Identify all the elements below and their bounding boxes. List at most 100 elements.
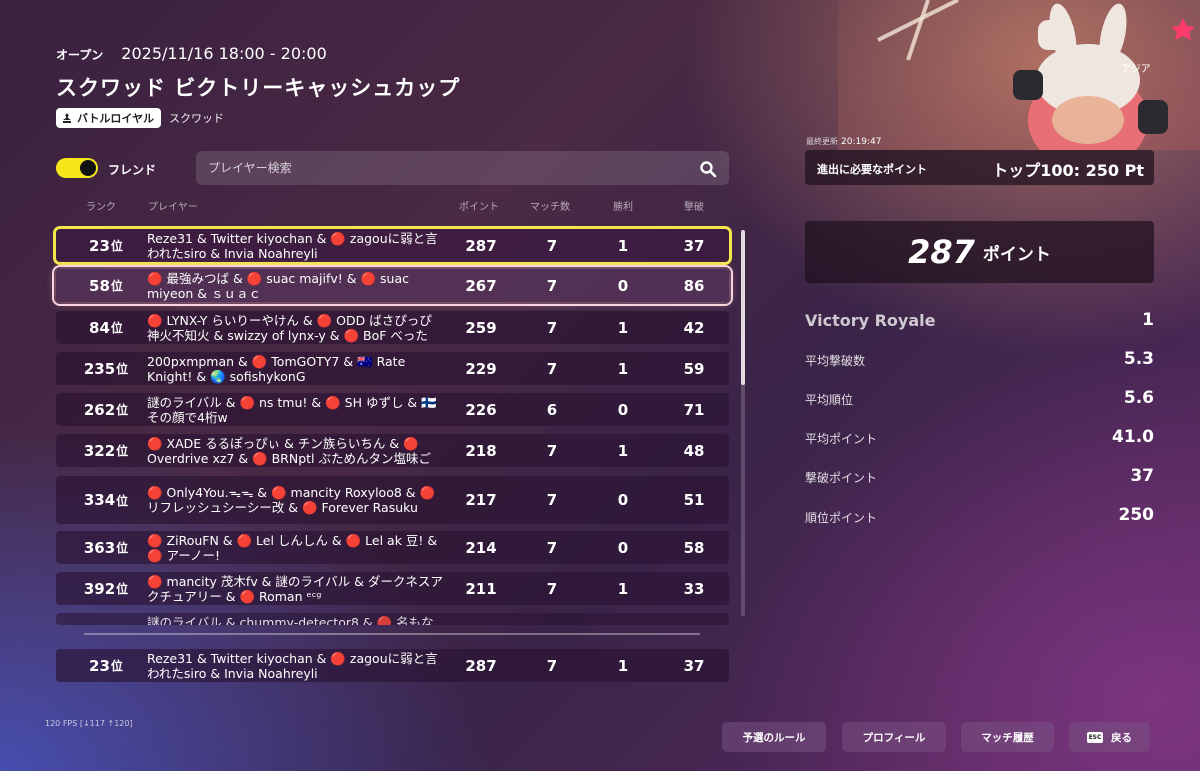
leaderboard-row[interactable]: 334 位 🔴 Only4You.ᯓᯓ & 🔴 mancity Roxyloo8 … bbox=[56, 476, 729, 524]
row-matches: 7 bbox=[546, 579, 558, 598]
row-players: 🔴 Only4You.ᯓᯓ & 🔴 mancity Roxyloo8 & 🔴 リ… bbox=[147, 485, 436, 515]
stat-label-avg-points: 平均ポイント bbox=[805, 432, 878, 446]
row-wins: 1 bbox=[617, 318, 629, 337]
esc-key-icon: ESC bbox=[1087, 731, 1103, 743]
row-kills: 58 bbox=[683, 538, 705, 557]
row-points: 267 bbox=[465, 276, 497, 295]
required-points-value: トップ100: 250 Pt bbox=[992, 161, 1144, 180]
row-players: Reze31 & Twitter kiyochan & 🔴 zagouに弱と言わ… bbox=[147, 650, 438, 681]
match-history-button-label: マッチ履歴 bbox=[981, 731, 1034, 744]
rules-button[interactable]: 予選のルール bbox=[722, 722, 826, 752]
leaderboard-row[interactable]: 392 位 🔴 mancity 茂木fv & 謎のライバル & ダークネスアクチュ… bbox=[56, 572, 729, 605]
row-wins: 1 bbox=[617, 579, 629, 598]
profile-button[interactable]: プロフィール bbox=[842, 722, 946, 752]
row-players: 🔴 最強みつば & 🔴 suac majifv! & 🔴 suac miyeon… bbox=[147, 270, 409, 301]
row-players: 謎のライバル & chummy-detector8 & 🔴 名もな bbox=[147, 615, 434, 625]
row-matches: 6 bbox=[546, 400, 558, 419]
row-players: 🔴 ZiRouFN & 🔴 Lel しんしん & 🔴 Lel ak 豆! & 🔴… bbox=[147, 532, 438, 563]
row-wins: 1 bbox=[617, 656, 629, 675]
row-matches: 7 bbox=[546, 318, 558, 337]
row-rank: 334 位 bbox=[83, 491, 129, 509]
mode-subtitle: スクワッド bbox=[169, 112, 224, 125]
row-matches: 7 bbox=[546, 359, 558, 378]
row-points: 259 bbox=[465, 318, 497, 337]
row-players: 🔴 LYNX-Y らいりーやけん & 🔴 ODD ばさぴっぴ 神火不知火 & s… bbox=[147, 312, 432, 343]
row-rank: 322 位 bbox=[83, 441, 129, 460]
profile-button-label: プロフィール bbox=[862, 731, 926, 744]
row-kills: 59 bbox=[683, 359, 705, 378]
row-rank: 363 位 bbox=[83, 538, 129, 557]
row-kills: 37 bbox=[683, 236, 705, 255]
battle-royale-icon bbox=[63, 113, 71, 123]
player-search-input[interactable] bbox=[196, 151, 676, 185]
row-players: 🔴 XADE るるぽっぴぃ & チン族らいちん & 🔴 Overdrive xz… bbox=[147, 435, 431, 466]
row-players: 200pxmpman & 🔴 TomGOTY7 & 🇦🇺 Rate Knight… bbox=[147, 353, 406, 384]
row-wins: 1 bbox=[617, 236, 629, 255]
friend-toggle-label: フレンド bbox=[108, 163, 157, 177]
toggle-knob bbox=[80, 160, 96, 176]
row-matches: 7 bbox=[546, 656, 558, 675]
row-wins: 1 bbox=[617, 441, 629, 460]
friend-toggle[interactable] bbox=[56, 158, 98, 178]
row-rank: 262 位 bbox=[83, 400, 129, 419]
row-matches: 7 bbox=[546, 538, 558, 557]
row-kills: 71 bbox=[683, 400, 705, 419]
match-history-button[interactable]: マッチ履歴 bbox=[961, 722, 1054, 752]
row-matches: 7 bbox=[546, 236, 558, 255]
row-wins: 1 bbox=[617, 359, 629, 378]
mode-badge-label: バトルロイヤル bbox=[77, 112, 154, 125]
row-kills: 33 bbox=[683, 579, 705, 598]
column-header-player: プレイヤー bbox=[148, 202, 198, 213]
leaderboard-row[interactable]: 322 位 🔴 XADE るるぽっぴぃ & チン族らいちん & 🔴 Overdri… bbox=[56, 434, 729, 467]
leaderboard-scrollbar[interactable] bbox=[741, 230, 745, 616]
fps-counter: 120 FPS [↓117 ↑120] bbox=[45, 719, 133, 728]
total-points-value: 287 bbox=[908, 233, 975, 271]
back-button-label: 戻る bbox=[1111, 731, 1132, 744]
row-points: 218 bbox=[465, 441, 497, 460]
row-matches: 7 bbox=[546, 441, 558, 460]
leaderboard-row-focused[interactable]: 58 位 🔴 最強みつば & 🔴 suac majifv! & 🔴 suac mi… bbox=[52, 265, 733, 306]
row-matches: 7 bbox=[546, 276, 558, 295]
row-rank: 392 位 bbox=[83, 579, 129, 598]
my-row-divider bbox=[84, 633, 700, 635]
event-meta: オープン 2025/11/16 18:00 - 20:00 bbox=[56, 44, 327, 63]
leaderboard-row-selected[interactable]: 23 位 Reze31 & Twitter kiyochan & 🔴 zagouに… bbox=[53, 226, 732, 265]
mode-badge: バトルロイヤル bbox=[56, 108, 161, 128]
row-matches: 7 bbox=[546, 491, 558, 509]
my-team-row[interactable]: 23 位 Reze31 & Twitter kiyochan & 🔴 zagouに… bbox=[56, 649, 729, 682]
row-players: 🔴 mancity 茂木fv & 謎のライバル & ダークネスアクチュアリー &… bbox=[147, 573, 443, 604]
required-points-box: 進出に必要なポイント トップ100: 250 Pt bbox=[805, 150, 1154, 185]
row-players: Reze31 & Twitter kiyochan & 🔴 zagouに弱と言わ… bbox=[147, 230, 438, 261]
stat-label-avg-kills: 平均撃破数 bbox=[805, 354, 866, 368]
stat-value-placement-points: 250 bbox=[1118, 505, 1155, 525]
stat-value-avg-kills: 5.3 bbox=[1123, 349, 1154, 369]
row-kills: 37 bbox=[683, 656, 705, 675]
event-status: オープン bbox=[56, 48, 104, 62]
row-kills: 51 bbox=[683, 491, 705, 509]
scrollbar-thumb[interactable] bbox=[741, 230, 745, 385]
leaderboard-row[interactable]: 235 位 200pxmpman & 🔴 TomGOTY7 & 🇦🇺 Rate K… bbox=[56, 352, 729, 385]
leaderboard-row[interactable]: 84 位 🔴 LYNX-Y らいりーやけん & 🔴 ODD ばさぴっぴ 神火不知火… bbox=[56, 311, 729, 344]
page-title: スクワッド ビクトリーキャッシュカップ bbox=[56, 76, 461, 100]
stat-label-elim-points: 撃破ポイント bbox=[805, 471, 878, 485]
search-icon[interactable] bbox=[699, 160, 717, 178]
leaderboard-row-partial[interactable]: 謎のライバル & chummy-detector8 & 🔴 名もな bbox=[56, 613, 729, 625]
event-datetime: 2025/11/16 18:00 - 20:00 bbox=[121, 44, 327, 63]
row-points: 211 bbox=[465, 579, 497, 598]
region-label: アジア bbox=[1121, 64, 1151, 75]
row-points: 287 bbox=[465, 236, 497, 255]
row-kills: 48 bbox=[683, 441, 705, 460]
leaderboard-row[interactable]: 262 位 謎のライバル & 🔴 ns tmu! & 🔴 SH ゆずし & 🇫🇮 … bbox=[56, 393, 729, 426]
last-updated-label: 最終更新 bbox=[806, 137, 838, 146]
last-updated: 最終更新 20:19:47 bbox=[806, 136, 881, 147]
stat-label-avg-placement: 平均順位 bbox=[805, 393, 854, 407]
leaderboard-row[interactable]: 363 位 🔴 ZiRouFN & 🔴 Lel しんしん & 🔴 Lel ak 豆… bbox=[56, 531, 729, 564]
stat-label-placement-points: 順位ポイント bbox=[805, 511, 878, 525]
stat-value-victory-royale: 1 bbox=[1142, 310, 1154, 330]
stat-label-victory-royale: Victory Royale bbox=[805, 311, 936, 330]
row-points: 217 bbox=[465, 491, 497, 509]
column-header-wins: 勝利 bbox=[613, 202, 633, 213]
back-button[interactable]: ESC 戻る bbox=[1069, 722, 1150, 752]
row-rank: 23 位 bbox=[89, 236, 123, 255]
row-points: 287 bbox=[465, 656, 497, 675]
